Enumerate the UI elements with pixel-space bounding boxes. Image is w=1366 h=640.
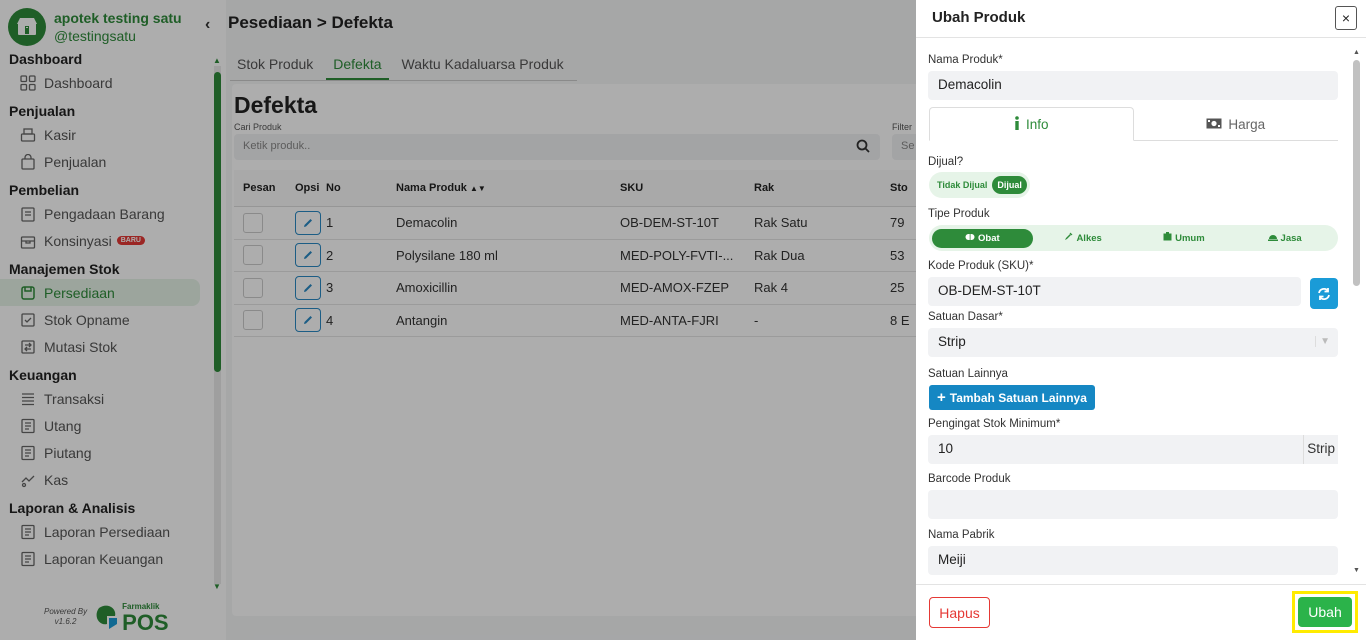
tab-harga-label: Harga [1228, 116, 1266, 132]
money-icon [1206, 117, 1222, 132]
scrollbar-thumb[interactable] [1353, 60, 1360, 286]
modal-body: Nama Produk* Demacolin Info Harga Dijual… [928, 38, 1338, 584]
scroll-up-arrow-icon[interactable]: ▲ [1353, 49, 1360, 56]
toggle-tidak-dijual[interactable]: Tidak Dijual [932, 176, 992, 194]
tipe-jasa-label: Jasa [1280, 232, 1302, 244]
tray-icon [1267, 233, 1278, 244]
tipe-obat-label: Obat [978, 232, 1000, 244]
modal-scrollbar[interactable]: ▲ ▼ [1352, 49, 1362, 580]
satuan-dasar-value: Strip [938, 334, 966, 349]
satuan-dasar-label: Satuan Dasar* [928, 311, 1003, 323]
refresh-sku-button[interactable] [1310, 278, 1338, 309]
pengingat-stok-label: Pengingat Stok Minimum* [928, 418, 1061, 430]
syringe-icon [1064, 232, 1073, 244]
product-tabs: Info Harga [929, 107, 1338, 141]
nama-pabrik-input[interactable]: Meiji [928, 546, 1338, 575]
dijual-label: Dijual? [928, 156, 964, 168]
ubah-button-highlight: Ubah [1292, 591, 1358, 633]
tipe-produk-label: Tipe Produk [928, 208, 990, 220]
barcode-label: Barcode Produk [928, 473, 1011, 485]
close-icon[interactable]: × [1335, 6, 1357, 30]
sku-input[interactable]: OB-DEM-ST-10T [928, 277, 1301, 306]
modal-title: Ubah Produk [932, 9, 1026, 26]
tipe-umum-label: Umum [1175, 232, 1205, 244]
scroll-down-arrow-icon[interactable]: ▼ [1353, 567, 1360, 574]
modal-backdrop[interactable] [0, 0, 916, 640]
info-icon [1014, 115, 1020, 133]
tab-harga[interactable]: Harga [1134, 107, 1339, 141]
pengingat-stok-input[interactable]: 10 Strip [928, 435, 1338, 464]
edit-product-modal: Ubah Produk × Nama Produk* Demacolin Inf… [916, 0, 1366, 640]
nama-pabrik-label: Nama Pabrik [928, 529, 995, 541]
tipe-umum-option[interactable]: Umum [1134, 228, 1235, 248]
tipe-alkes-option[interactable]: Alkes [1033, 228, 1134, 248]
refresh-icon [1318, 287, 1330, 300]
toggle-dijual[interactable]: Dijual [992, 176, 1027, 194]
barcode-input[interactable] [928, 490, 1338, 519]
satuan-dasar-select[interactable]: Strip ▼ [928, 328, 1338, 357]
nama-produk-input[interactable]: Demacolin [928, 71, 1338, 100]
modal-header: Ubah Produk × [916, 0, 1366, 38]
pengingat-unit: Strip [1303, 435, 1338, 464]
box-icon [1163, 232, 1172, 244]
tambah-satuan-button[interactable]: + Tambah Satuan Lainnya [929, 385, 1095, 410]
chevron-down-icon[interactable]: ▼ [1315, 336, 1330, 347]
modal-footer: Hapus Ubah [916, 584, 1366, 640]
tambah-satuan-label: Tambah Satuan Lainnya [949, 390, 1087, 405]
sku-label: Kode Produk (SKU)* [928, 260, 1034, 272]
tipe-obat-option[interactable]: Obat [932, 228, 1033, 248]
plus-icon: + [937, 388, 946, 406]
satuan-lainnya-label: Satuan Lainnya [928, 368, 1008, 380]
hapus-button[interactable]: Hapus [929, 597, 990, 628]
tab-info-label: Info [1025, 116, 1049, 132]
pengingat-stok-value: 10 [938, 441, 954, 456]
pills-icon [965, 233, 975, 244]
tipe-alkes-label: Alkes [1076, 232, 1102, 244]
tipe-produk-selector: Obat Alkes Umum Jasa [929, 225, 1338, 251]
tab-info[interactable]: Info [929, 107, 1134, 141]
ubah-button[interactable]: Ubah [1298, 597, 1352, 627]
tipe-jasa-option[interactable]: Jasa [1234, 229, 1335, 248]
nama-produk-label: Nama Produk* [928, 54, 1003, 66]
dijual-toggle[interactable]: Tidak Dijual Dijual [929, 172, 1030, 198]
